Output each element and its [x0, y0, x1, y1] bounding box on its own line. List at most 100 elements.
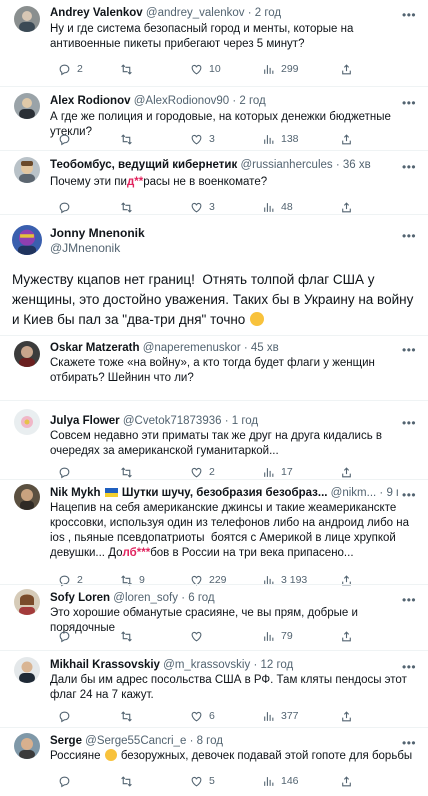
tweet-teobombus[interactable]: Теобомбус, ведущий кибернетик @russianhe…: [0, 151, 428, 214]
views-button[interactable]: 79: [262, 629, 293, 643]
author-handle[interactable]: @m_krassovskiy: [163, 659, 250, 671]
more-icon[interactable]: •••: [402, 9, 416, 21]
like-button[interactable]: 3: [190, 132, 215, 146]
author-handle[interactable]: @AlexRodionov90: [134, 95, 229, 107]
timestamp[interactable]: · 36 хв: [336, 159, 371, 171]
tweet-oskar-matzerath[interactable]: Oskar Matzerath @naperemenuskor · 45 хв …: [0, 336, 428, 400]
author-name[interactable]: Alex Rodionov: [50, 95, 131, 107]
like-button[interactable]: 6: [190, 709, 215, 723]
author-name-suffix[interactable]: Шутки шучу, безобразия безобраз...: [122, 487, 328, 499]
author-name[interactable]: Nik Mykh: [50, 487, 101, 499]
more-icon[interactable]: •••: [402, 161, 416, 173]
like-button[interactable]: 5: [190, 774, 215, 788]
tweet-andrey-valenkov[interactable]: Andrey Valenkov @andrey_valenkov · 2 год…: [0, 0, 428, 86]
reply-button[interactable]: [58, 774, 77, 788]
avatar[interactable]: [14, 733, 40, 759]
views-button[interactable]: 17: [262, 465, 293, 479]
author-name[interactable]: Oskar Matzerath: [50, 342, 139, 354]
author-name[interactable]: Sofy Loren: [50, 592, 110, 604]
avatar[interactable]: [14, 6, 40, 32]
avatar[interactable]: [14, 484, 40, 510]
views-button[interactable]: 138: [262, 132, 299, 146]
retweet-button[interactable]: [120, 709, 139, 723]
author-handle[interactable]: @russianhercules: [240, 159, 332, 171]
author-handle[interactable]: @Cvetok71873936: [123, 415, 222, 427]
author-handle[interactable]: @naperemenuskor: [143, 342, 241, 354]
avatar[interactable]: [14, 341, 40, 367]
like-button[interactable]: [190, 629, 209, 643]
timestamp[interactable]: · 2 год: [248, 7, 281, 19]
retweet-button[interactable]: [120, 774, 139, 788]
timestamp[interactable]: · 2 год: [232, 95, 265, 107]
avatar[interactable]: [14, 93, 40, 119]
avatar[interactable]: [14, 409, 40, 435]
author-handle[interactable]: @andrey_valenkov: [146, 7, 245, 19]
share-button[interactable]: [340, 465, 353, 479]
more-icon[interactable]: •••: [402, 489, 416, 501]
retweet-button[interactable]: [120, 465, 139, 479]
more-icon[interactable]: •••: [402, 594, 416, 606]
reply-button[interactable]: 2: [58, 62, 83, 76]
author-name[interactable]: Jonny Mnenonik: [50, 226, 145, 240]
author-name[interactable]: Andrey Valenkov: [50, 7, 143, 19]
timestamp[interactable]: · 8 год: [190, 735, 223, 747]
tweet-nik-mykh[interactable]: Nik Mykh Шутки шучу, безобразия безобраз…: [0, 480, 428, 586]
author-name[interactable]: Теобомбус, ведущий кибернетик: [50, 159, 237, 171]
tweet-header: Andrey Valenkov @andrey_valenkov · 2 год: [50, 6, 398, 20]
more-icon[interactable]: •••: [402, 661, 416, 673]
share-button[interactable]: [340, 709, 353, 723]
retweet-button[interactable]: [120, 629, 139, 643]
more-icon[interactable]: •••: [402, 737, 416, 749]
reply-button[interactable]: [58, 132, 77, 146]
laughing-emoji: [250, 312, 265, 326]
timestamp[interactable]: · 12 год: [253, 659, 293, 671]
timestamp[interactable]: · 45 хв: [244, 342, 279, 354]
more-icon[interactable]: •••: [402, 230, 416, 242]
avatar[interactable]: [14, 589, 40, 615]
more-icon[interactable]: •••: [402, 417, 416, 429]
tweet-mikhail-krassovskiy[interactable]: Mikhail Krassovskiy @m_krassovskiy · 12 …: [0, 651, 428, 727]
timestamp[interactable]: · 9 год: [379, 487, 398, 499]
reply-button[interactable]: [58, 200, 77, 214]
tweet-jonny-mnenonik[interactable]: Jonny Mnenonik @JMnenonik ••• Мужеству к…: [0, 215, 428, 335]
more-icon[interactable]: •••: [402, 344, 416, 356]
author-handle[interactable]: @JMnenonik: [50, 241, 120, 255]
retweet-button[interactable]: [120, 132, 139, 146]
like-button[interactable]: 2: [190, 465, 215, 479]
like-button[interactable]: 3: [190, 200, 215, 214]
author-handle[interactable]: @loren_sofy: [113, 592, 178, 604]
share-button[interactable]: [340, 774, 353, 788]
avatar[interactable]: [14, 657, 40, 683]
share-button[interactable]: [340, 62, 353, 76]
tweet-sofy-loren[interactable]: Sofy Loren @loren_sofy · 6 год ••• Это х…: [0, 585, 428, 650]
reply-button[interactable]: [58, 709, 77, 723]
author-handle[interactable]: @Serge55Cancri_e: [85, 735, 186, 747]
views-button[interactable]: 299: [262, 62, 299, 76]
tweet-julya-flower[interactable]: Julya Flower @Cvetok71873936 · 1 год •••…: [0, 401, 428, 479]
tweet-header: Теобомбус, ведущий кибернетик @russianhe…: [50, 158, 398, 172]
views-button[interactable]: 48: [262, 200, 293, 214]
tweet-actions: 2 10 299: [50, 62, 418, 76]
avatar[interactable]: [14, 157, 40, 183]
author-name[interactable]: Julya Flower: [50, 415, 120, 427]
tweet-serge[interactable]: Serge @Serge55Cancri_e · 8 год ••• Росси…: [0, 728, 428, 796]
views-button[interactable]: 146: [262, 774, 299, 788]
tweet-alex-rodionov[interactable]: Alex Rodionov @AlexRodionov90 · 2 год ••…: [0, 87, 428, 150]
retweet-button[interactable]: [120, 200, 139, 214]
retweet-button[interactable]: [120, 62, 139, 76]
timestamp[interactable]: · 1 год: [225, 415, 258, 427]
like-button[interactable]: 10: [190, 62, 221, 76]
author-name[interactable]: Serge: [50, 735, 82, 747]
views-button[interactable]: 377: [262, 709, 299, 723]
views-icon: [264, 631, 274, 641]
share-button[interactable]: [340, 200, 353, 214]
share-button[interactable]: [340, 132, 353, 146]
timestamp[interactable]: · 6 год: [181, 592, 214, 604]
reply-button[interactable]: [58, 465, 77, 479]
reply-button[interactable]: [58, 629, 77, 643]
share-button[interactable]: [340, 629, 353, 643]
author-handle[interactable]: @nikm...: [331, 487, 377, 499]
avatar[interactable]: [12, 225, 42, 255]
author-name[interactable]: Mikhail Krassovskiy: [50, 659, 160, 671]
more-icon[interactable]: •••: [402, 97, 416, 109]
